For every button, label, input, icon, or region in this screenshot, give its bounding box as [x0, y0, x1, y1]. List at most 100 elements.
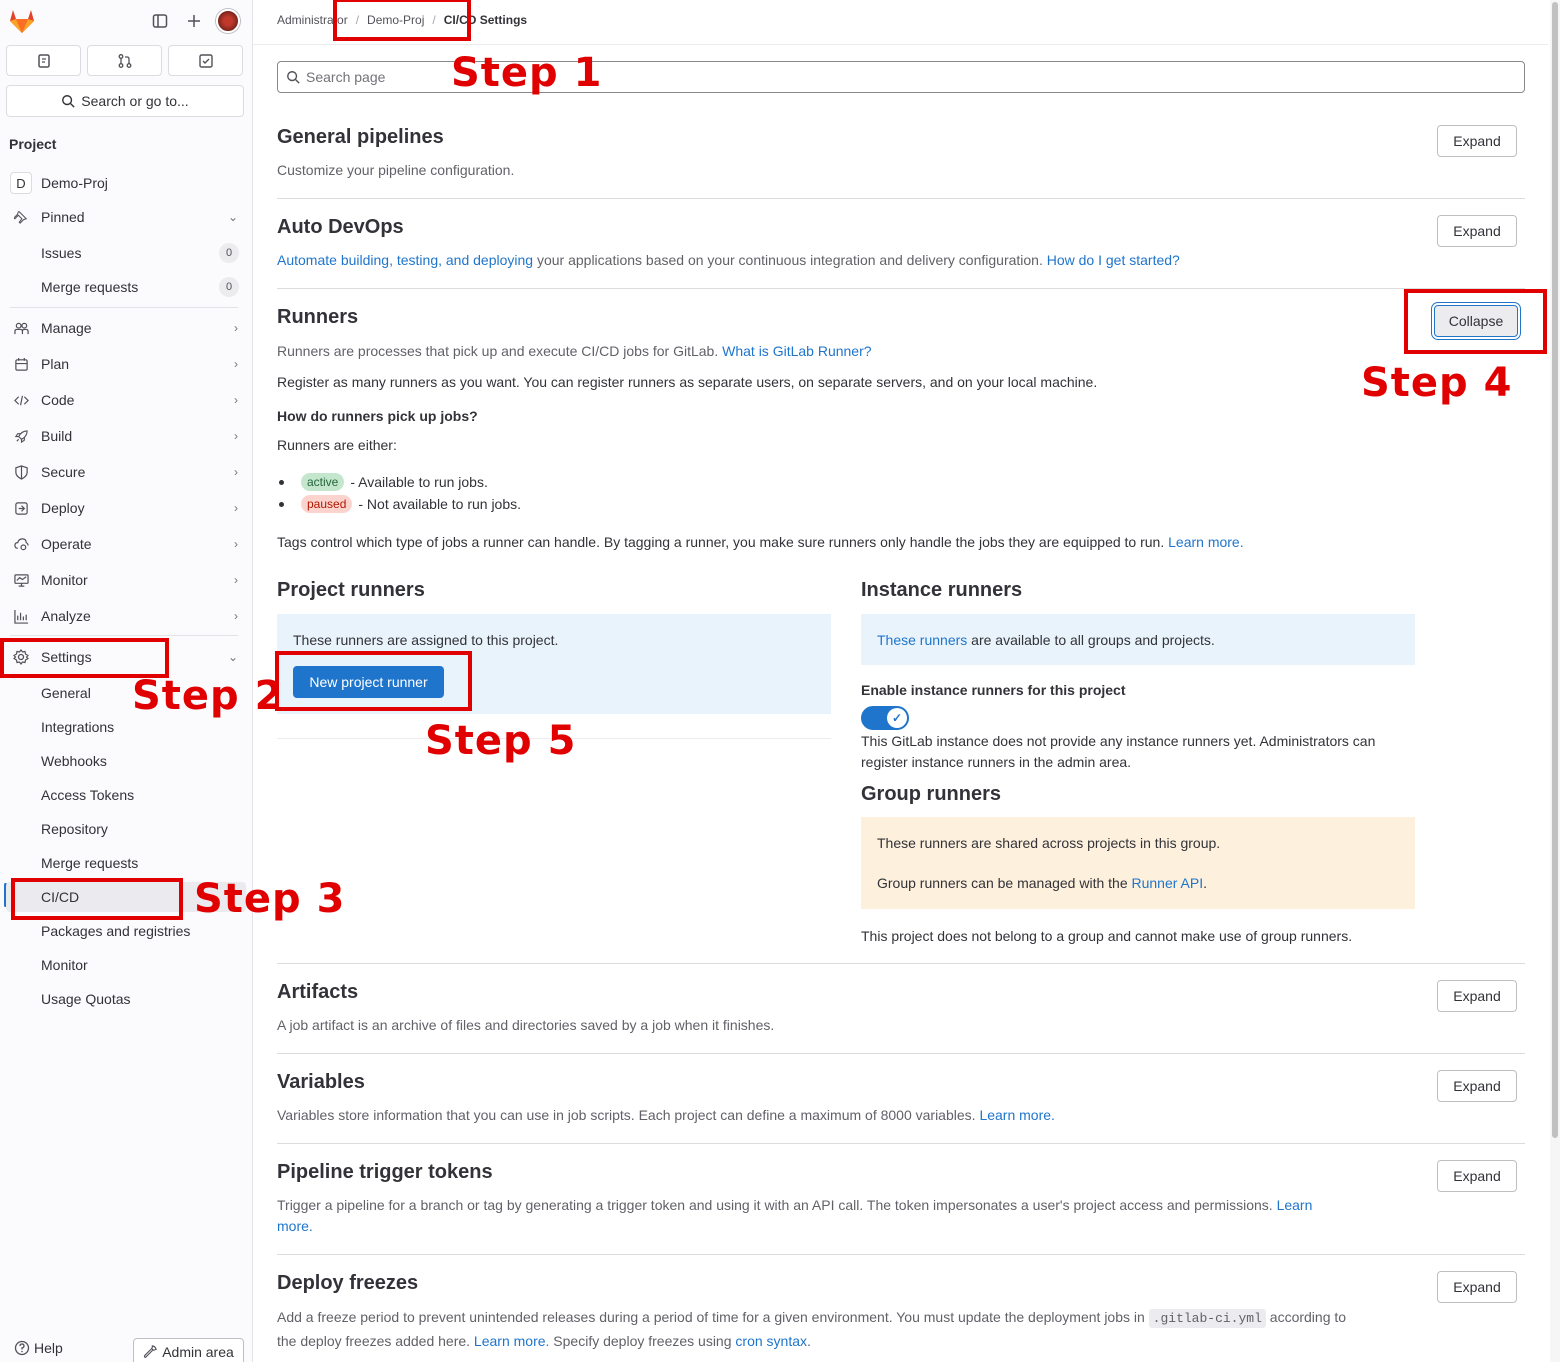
what-is-runner-link[interactable]: What is GitLab Runner?	[722, 343, 871, 359]
sidebar-item-label: Merge requests	[41, 855, 139, 871]
sidebar-item-code[interactable]: Code ›	[6, 385, 246, 415]
artifacts-expand-button[interactable]: Expand	[1437, 980, 1517, 1012]
runners-register-text: Register as many runners as you want. Yo…	[277, 374, 1098, 390]
trigger-tokens-expand-button[interactable]: Expand	[1437, 1160, 1517, 1192]
sidebar-item-merge-requests[interactable]: Merge requests 0	[6, 272, 246, 302]
cloud-gear-icon	[10, 537, 32, 552]
instance-runners-desc: are available to all groups and projects…	[967, 632, 1215, 648]
these-runners-link[interactable]: These runners	[877, 632, 967, 648]
help-button[interactable]: Help	[14, 1340, 63, 1356]
runner-api-link[interactable]: Runner API	[1132, 875, 1204, 891]
plus-icon[interactable]	[183, 10, 205, 32]
cron-syntax-link[interactable]: cron syntax	[735, 1333, 807, 1349]
sidebar-item-operate[interactable]: Operate ›	[6, 529, 246, 559]
group-runners-note: This project does not belong to a group …	[861, 928, 1353, 944]
sidebar-item-manage[interactable]: Manage ›	[6, 313, 246, 343]
project-runners-title: Project runners	[277, 579, 425, 601]
trigger-tokens-desc-text: Trigger a pipeline for a branch or tag b…	[277, 1197, 1277, 1213]
runners-title: Runners	[277, 306, 359, 328]
chevron-right-icon: ›	[234, 429, 238, 443]
variables-expand-button[interactable]: Expand	[1437, 1070, 1517, 1102]
pinned-label: Pinned	[41, 209, 85, 225]
sidebar-item-plan[interactable]: Plan ›	[6, 349, 246, 379]
avatar[interactable]	[216, 9, 240, 33]
issues-icon	[37, 53, 50, 68]
artifacts-title: Artifacts	[277, 981, 359, 1003]
sidebar-item-usage-quotas[interactable]: Usage Quotas	[6, 984, 246, 1014]
general-pipelines-title: General pipelines	[277, 126, 444, 148]
sidebar-item-label: Issues	[41, 245, 82, 261]
admin-area-label: Admin area	[162, 1344, 234, 1360]
variables-learn-more-link[interactable]: Learn more.	[979, 1107, 1054, 1123]
runners-desc: Runners are processes that pick up and e…	[277, 341, 872, 362]
sidebar-item-secure[interactable]: Secure ›	[6, 457, 246, 487]
wrench-icon	[144, 1345, 158, 1358]
sidebar-section-label: Project	[9, 136, 57, 152]
deploy-freezes-desc-3-end: .	[807, 1333, 811, 1349]
general-pipelines-expand-button[interactable]: Expand	[1437, 125, 1517, 157]
chevron-right-icon: ›	[234, 573, 238, 587]
trigger-tokens-more-link[interactable]: more.	[277, 1218, 313, 1234]
deploy-freezes-desc: Add a freeze period to prevent unintende…	[277, 1306, 1427, 1352]
sidebar-item-settings-merge-requests[interactable]: Merge requests	[6, 848, 246, 878]
help-label: Help	[34, 1340, 63, 1356]
chevron-down-icon: ⌄	[227, 210, 238, 224]
project-name: Demo-Proj	[41, 175, 108, 191]
sidebar-item-monitor[interactable]: Monitor ›	[6, 565, 246, 595]
runners-tags-text: Tags control which type of jobs a runner…	[277, 534, 1244, 550]
deploy-freezes-desc-1: Add a freeze period to prevent unintende…	[277, 1309, 1149, 1325]
chevron-right-icon: ›	[234, 357, 238, 371]
scrollbar-thumb[interactable]	[1552, 2, 1558, 1138]
auto-devops-link[interactable]: Automate building, testing, and deployin…	[277, 252, 533, 268]
sidebar-item-webhooks[interactable]: Webhooks	[6, 746, 246, 776]
deploy-freezes-desc-2: the deploy freezes added here.	[277, 1333, 474, 1349]
divider	[253, 44, 1548, 45]
divider	[277, 1254, 1525, 1255]
gitlab-logo-icon[interactable]	[8, 8, 36, 34]
trigger-tokens-learn-link[interactable]: Learn	[1277, 1197, 1313, 1213]
tags-text: Tags control which type of jobs a runner…	[277, 534, 1169, 550]
list-item: paused - Not available to run jobs.	[278, 495, 521, 513]
sidebar-item-label: Deploy	[41, 500, 85, 516]
deploy-freezes-expand-button[interactable]: Expand	[1437, 1271, 1517, 1303]
chevron-right-icon: ›	[234, 321, 238, 335]
sidebar-item-issues[interactable]: Issues 0	[6, 238, 246, 268]
sidebar-item-label: Integrations	[41, 719, 115, 735]
issues-count-badge: 0	[219, 243, 239, 263]
divider	[277, 1143, 1525, 1144]
get-started-link[interactable]: How do I get started?	[1047, 252, 1180, 268]
admin-area-button[interactable]: Admin area	[133, 1338, 244, 1362]
sidebar-project-link[interactable]: D Demo-Proj	[6, 168, 246, 198]
runners-either-text: Runners are either:	[277, 437, 397, 453]
auto-devops-desc: Automate building, testing, and deployin…	[277, 250, 1180, 271]
search-or-go-button[interactable]: Search or go to...	[6, 85, 244, 117]
merge-requests-button[interactable]	[87, 45, 162, 76]
deploy-freezes-learn-more-link[interactable]: Learn more.	[474, 1333, 549, 1349]
sidebar-item-repository[interactable]: Repository	[6, 814, 246, 844]
instance-runners-toggle[interactable]: ✓	[861, 706, 909, 730]
sidebar-pinned[interactable]: Pinned ⌄	[6, 202, 246, 232]
chevron-right-icon: ›	[234, 609, 238, 623]
annotation-box-3	[11, 878, 183, 920]
group-runners-panel	[861, 817, 1415, 909]
sidebar-item-build[interactable]: Build ›	[6, 421, 246, 451]
sidebar-item-analyze[interactable]: Analyze ›	[6, 601, 246, 631]
sidebar-item-access-tokens[interactable]: Access Tokens	[6, 780, 246, 810]
sidebar-item-label: Access Tokens	[41, 787, 135, 803]
sidebar-toggle-icon[interactable]	[149, 10, 171, 32]
auto-devops-expand-button[interactable]: Expand	[1437, 215, 1517, 247]
sidebar-item-settings-monitor[interactable]: Monitor	[6, 950, 246, 980]
tags-learn-more-link[interactable]: Learn more.	[1168, 534, 1243, 550]
todos-button[interactable]	[168, 45, 243, 76]
project-runners-text: These runners are assigned to this proje…	[293, 632, 559, 648]
active-text: - Available to run jobs.	[350, 474, 488, 490]
gitlab-ci-code: .gitlab-ci.yml	[1148, 1309, 1266, 1328]
planning-icon	[10, 357, 32, 372]
sidebar-item-label: Repository	[41, 821, 108, 837]
annotation-box-2	[0, 638, 169, 678]
sidebar-item-label: Analyze	[41, 608, 91, 624]
monitor-icon	[10, 573, 32, 588]
sidebar-item-deploy[interactable]: Deploy ›	[6, 493, 246, 523]
issues-button[interactable]	[6, 45, 81, 76]
instance-runners-note-1: This GitLab instance does not provide an…	[861, 733, 1376, 749]
